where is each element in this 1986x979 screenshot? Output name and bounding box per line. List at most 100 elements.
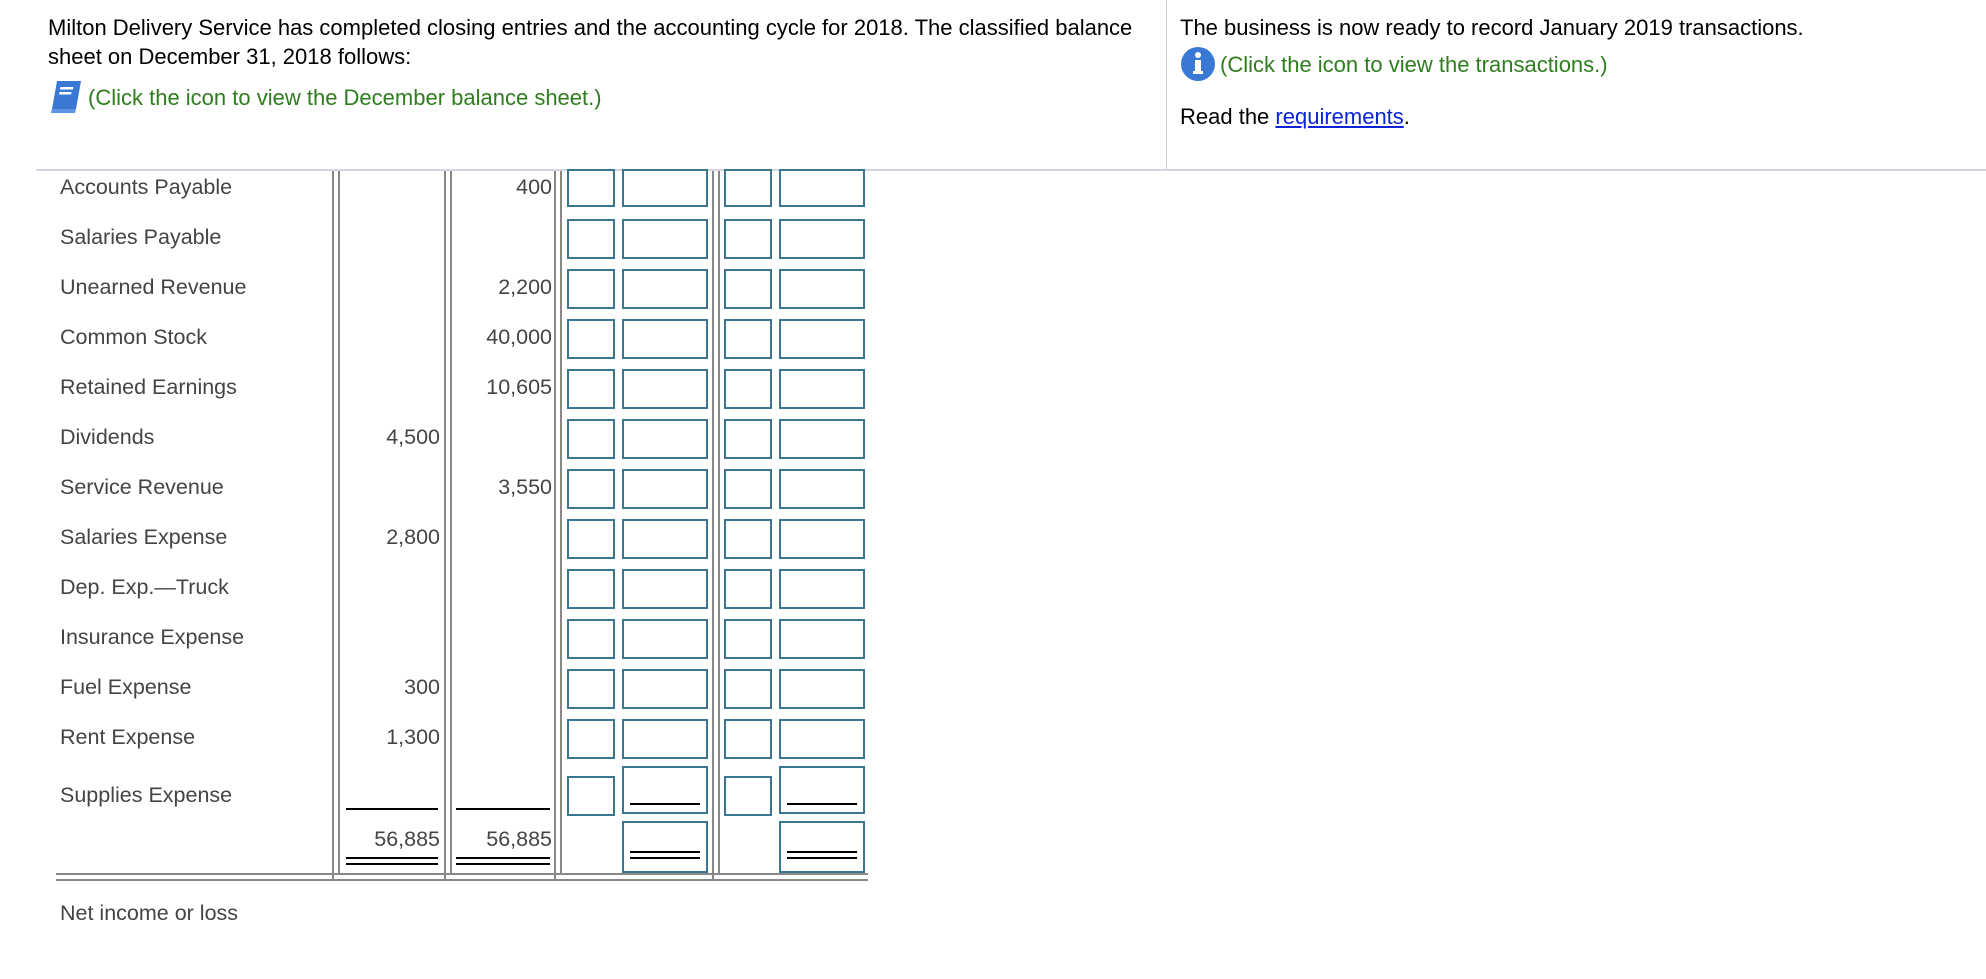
requirements-link[interactable]: requirements <box>1275 104 1403 129</box>
adjustment-credit-input[interactable] <box>779 169 865 207</box>
double-underline <box>787 857 857 859</box>
total-underline <box>456 808 550 810</box>
adjustment-ref-input[interactable] <box>567 219 615 259</box>
account-label: Unearned Revenue <box>60 275 247 299</box>
adjustment-credit-input[interactable] <box>779 766 865 814</box>
adjustment-ref-input[interactable] <box>724 419 772 459</box>
credit-total: 56,885 <box>486 827 552 851</box>
adjustment-ref-input[interactable] <box>567 319 615 359</box>
adjustment-ref-input[interactable] <box>724 469 772 509</box>
adjustment-credit-input[interactable] <box>779 669 865 709</box>
credit-value: 2,200 <box>498 275 552 299</box>
header-divider <box>1166 0 1167 170</box>
adjustment-credit-input[interactable] <box>779 619 865 659</box>
adjustment-ref-input[interactable] <box>724 219 772 259</box>
account-label: Rent Expense <box>60 725 196 749</box>
adjustment-credit-input[interactable] <box>779 719 865 759</box>
adjustment-credit-input[interactable] <box>779 569 865 609</box>
adjustment-ref-input[interactable] <box>567 269 615 309</box>
debit-value: 2,800 <box>386 525 440 549</box>
adjustment-debit-input[interactable] <box>622 669 708 709</box>
adjustment-debit-input[interactable] <box>622 169 708 207</box>
debit-total: 56,885 <box>374 827 440 851</box>
account-label: Accounts Payable <box>60 175 233 199</box>
adjustment-ref-input[interactable] <box>567 669 615 709</box>
adjustment-credit-input[interactable] <box>779 519 865 559</box>
column-divider <box>444 171 446 881</box>
adjustment-debit-input[interactable] <box>622 569 708 609</box>
total-underline <box>630 803 700 805</box>
transactions-link-row[interactable]: (Click the icon to view the transactions… <box>1180 46 1804 82</box>
adjustment-credit-input[interactable] <box>779 219 865 259</box>
account-label: Service Revenue <box>60 475 224 499</box>
column-divider <box>712 171 714 881</box>
adjustment-debit-input[interactable] <box>622 766 708 814</box>
intro-text: Milton Delivery Service has completed cl… <box>48 15 1133 69</box>
adjustment-credit-input[interactable] <box>779 369 865 409</box>
account-label: Dividends <box>60 425 155 449</box>
balance-sheet-link-row[interactable]: (Click the icon to view the December bal… <box>48 78 1148 116</box>
double-underline <box>630 857 700 859</box>
adjustment-ref-input[interactable] <box>567 369 615 409</box>
credit-value: 10,605 <box>486 375 552 399</box>
adjustment-debit-input[interactable] <box>622 369 708 409</box>
adjustment-debit-total-input[interactable] <box>622 821 708 873</box>
adjustment-debit-input[interactable] <box>622 419 708 459</box>
adjustment-ref-input[interactable] <box>724 719 772 759</box>
account-label: Dep. Exp.—Truck <box>60 575 229 599</box>
info-icon[interactable] <box>1180 46 1216 82</box>
total-underline <box>346 808 438 810</box>
adjustment-ref-input[interactable] <box>724 369 772 409</box>
account-label: Fuel Expense <box>60 675 192 699</box>
adjustment-ref-input[interactable] <box>724 319 772 359</box>
header-bottom-divider <box>36 169 1986 171</box>
adjustment-ref-input[interactable] <box>724 169 772 207</box>
credit-value: 3,550 <box>498 475 552 499</box>
adjustment-ref-input[interactable] <box>724 669 772 709</box>
balance-sheet-link[interactable]: (Click the icon to view the December bal… <box>88 83 602 112</box>
adjustment-credit-total-input[interactable] <box>779 821 865 873</box>
adjustment-debit-input[interactable] <box>622 269 708 309</box>
adjustment-credit-input[interactable] <box>779 469 865 509</box>
column-divider <box>560 171 562 873</box>
adjustment-ref-input[interactable] <box>567 469 615 509</box>
adjustment-credit-input[interactable] <box>779 419 865 459</box>
adjustment-debit-input[interactable] <box>622 469 708 509</box>
credit-value: 40,000 <box>486 325 552 349</box>
instructions-left: Milton Delivery Service has completed cl… <box>48 13 1148 116</box>
adjustment-ref-input[interactable] <box>724 619 772 659</box>
adjustment-ref-input[interactable] <box>567 776 615 816</box>
adjustment-debit-input[interactable] <box>622 719 708 759</box>
adjustment-credit-input[interactable] <box>779 319 865 359</box>
adjustment-ref-input[interactable] <box>724 269 772 309</box>
adjustment-debit-input[interactable] <box>622 319 708 359</box>
read-suffix: . <box>1403 104 1410 129</box>
adjustment-ref-input[interactable] <box>567 519 615 559</box>
account-label: Salaries Payable <box>60 225 222 249</box>
transactions-link[interactable]: (Click the icon to view the transactions… <box>1220 50 1608 79</box>
double-underline <box>346 857 438 859</box>
adjustment-ref-input[interactable] <box>567 419 615 459</box>
adjustment-ref-input[interactable] <box>567 569 615 609</box>
adjustment-ref-input[interactable] <box>724 569 772 609</box>
account-label: Supplies Expense <box>60 783 233 807</box>
adjustment-debit-input[interactable] <box>622 219 708 259</box>
adjustment-ref-input[interactable] <box>567 169 615 207</box>
adjustment-ref-input[interactable] <box>567 619 615 659</box>
adjustment-debit-input[interactable] <box>622 619 708 659</box>
adjustment-ref-input[interactable] <box>724 519 772 559</box>
adjustment-ref-input[interactable] <box>724 776 772 816</box>
column-divider <box>718 171 720 873</box>
double-underline <box>456 863 550 865</box>
debit-value: 4,500 <box>386 425 440 449</box>
account-label: Insurance Expense <box>60 625 245 649</box>
adjustment-debit-input[interactable] <box>622 519 708 559</box>
double-underline <box>630 851 700 853</box>
adjustment-ref-input[interactable] <box>567 719 615 759</box>
net-income-label: Net income or loss <box>60 901 239 925</box>
book-icon[interactable] <box>48 78 84 116</box>
instructions-right: The business is now ready to record Janu… <box>1180 13 1804 131</box>
instructions-header: Milton Delivery Service has completed cl… <box>0 0 1986 171</box>
adjustment-credit-input[interactable] <box>779 269 865 309</box>
account-label: Retained Earnings <box>60 375 237 399</box>
